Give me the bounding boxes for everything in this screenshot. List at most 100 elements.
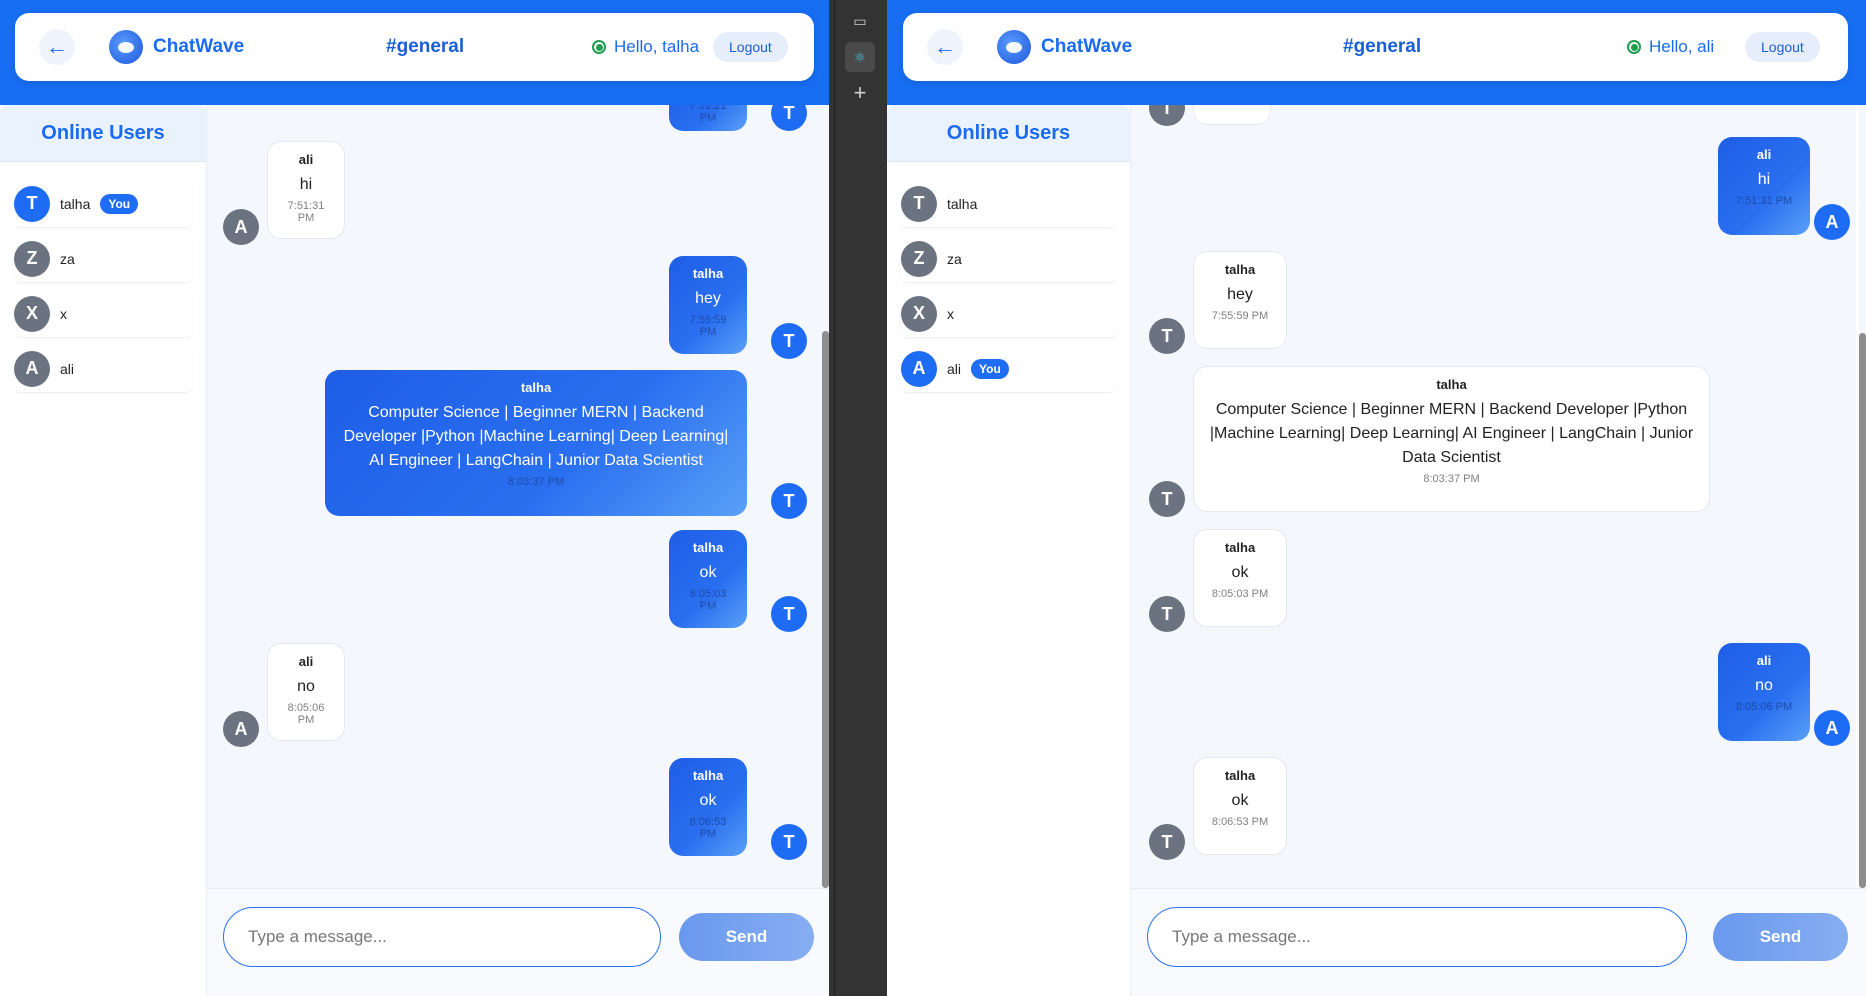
avatar: A [14, 350, 50, 387]
message-list[interactable]: T ali hi 7:51:31 PM A talha hey 7:55:59 … [1131, 105, 1856, 888]
avatar: T [771, 483, 807, 519]
avatar: T [1149, 596, 1185, 632]
chat-window-left: ← ChatWave #general Hello, talha Logout … [0, 0, 829, 996]
avatar: T [1149, 824, 1185, 860]
message-text: ok [699, 792, 717, 809]
tab-panel-icon[interactable]: ▭ [845, 6, 875, 36]
channel-name: #general [386, 36, 465, 57]
user-name: ali [60, 360, 75, 377]
greeting: Hello, talha [592, 37, 699, 57]
back-button[interactable]: ← [39, 29, 75, 65]
user-item[interactable]: Zza [14, 235, 192, 283]
split-divider [829, 0, 887, 996]
message-sender: talha [1224, 540, 1256, 555]
message-bubble: talha ok 8:05:03 PM [1193, 529, 1287, 627]
chat-bubble-logo-icon [109, 30, 143, 64]
online-users-sidebar: Online Users Ttalha You Zza Xx Aali [0, 105, 207, 996]
message-sender: talha [1224, 262, 1256, 277]
greeting-text: Hello, talha [614, 37, 700, 56]
user-item[interactable]: Ttalha [901, 180, 1116, 228]
message-bubble: talha ok 8:06:53 PM [669, 758, 747, 856]
user-item[interactable]: Aali You [901, 345, 1116, 393]
greeting: Hello, ali [1627, 37, 1714, 57]
scrollbar-thumb[interactable] [822, 331, 829, 888]
message-input[interactable]: Type a message... [223, 907, 661, 967]
user-name: x [947, 305, 954, 322]
message-sender: talha [1436, 377, 1467, 392]
message-bubble: talha Computer Science | Beginner MERN |… [325, 370, 747, 516]
back-button[interactable]: ← [927, 29, 963, 65]
avatar: X [14, 295, 50, 332]
message-bubble: talha hey 7:55:59 PM [669, 256, 747, 354]
user-item[interactable]: Ttalha You [14, 180, 192, 228]
message-text: ok [1231, 792, 1249, 809]
user-item[interactable]: Xx [14, 290, 192, 338]
message-list[interactable]: 7:51:21 PM T ali hi 7:51:31 PM A talha h… [207, 105, 822, 888]
user-name: za [947, 250, 962, 267]
logout-button[interactable]: Logout [713, 32, 788, 62]
message-sender: talha [692, 768, 724, 783]
message-bubble: ali hi 7:51:31 PM [1718, 137, 1810, 235]
message-time: 8:03:37 PM [1423, 473, 1480, 485]
avatar: T [771, 105, 807, 131]
message-bubble: ali no 8:05:06 PM [267, 643, 345, 741]
user-name: ali [947, 360, 962, 377]
message-time: 8:03:37 PM [507, 476, 565, 488]
avatar: A [223, 711, 259, 747]
sidebar-title: Online Users [887, 105, 1130, 162]
scrollbar[interactable] [1859, 105, 1866, 888]
avatar: T [901, 185, 937, 222]
message-input[interactable]: Type a message... [1147, 907, 1687, 967]
message-sender: ali [298, 654, 314, 669]
online-dot-icon [1627, 40, 1641, 54]
message-text: Computer Science | Beginner MERN | Backe… [1209, 401, 1694, 466]
message-time: 8:06:53 PM [689, 816, 727, 840]
scrollbar-thumb[interactable] [1859, 333, 1866, 888]
arrow-left-icon: ← [46, 34, 68, 59]
channel-name: #general [1343, 36, 1422, 57]
avatar: Z [14, 240, 50, 277]
message-time: 8:05:03 PM [689, 588, 727, 612]
avatar: Z [901, 240, 937, 277]
message-bubble: talha hey 7:55:59 PM [1193, 251, 1287, 349]
message-text: hey [695, 290, 721, 307]
plus-icon[interactable]: + [845, 78, 875, 108]
app-header: ← ChatWave #general Hello, ali Logout [903, 13, 1848, 81]
user-item[interactable]: Aali [14, 345, 192, 393]
message-text: hi [1757, 171, 1771, 188]
user-name: za [60, 250, 75, 267]
divider-toolbar: ▭ ⚛ + [840, 0, 880, 108]
message-sender: talha [520, 380, 552, 395]
message-text: no [297, 678, 315, 695]
sidebar-title: Online Users [0, 105, 206, 162]
send-button[interactable]: Send [679, 913, 814, 961]
chat-bubble-logo-icon [997, 30, 1031, 64]
message-bubble: ali no 8:05:06 PM [1718, 643, 1810, 741]
avatar: T [771, 596, 807, 632]
message-bubble: talha ok 8:06:53 PM [1193, 757, 1287, 855]
app-header: ← ChatWave #general Hello, talha Logout [15, 13, 814, 81]
message-text: ok [699, 564, 717, 581]
arrow-left-icon: ← [934, 34, 956, 59]
online-users-sidebar: Online Users Ttalha Zza Xx Aali You [887, 105, 1131, 996]
scrollbar[interactable] [822, 105, 829, 888]
message-time: 8:06:53 PM [1211, 816, 1269, 828]
avatar: T [771, 323, 807, 359]
message-time: 8:05:06 PM [1735, 701, 1793, 713]
brand-name: ChatWave [1041, 36, 1133, 57]
message-text: Computer Science | Beginner MERN | Backe… [343, 404, 729, 469]
avatar: A [223, 209, 259, 245]
logout-button[interactable]: Logout [1745, 32, 1820, 62]
user-item[interactable]: Zza [901, 235, 1116, 283]
user-item[interactable]: Xx [901, 290, 1116, 338]
message-bubble: talha ok 8:05:03 PM [669, 530, 747, 628]
message-time: 7:55:59 PM [1211, 310, 1269, 322]
message-sender: talha [692, 540, 724, 555]
message-time: 7:55:59 PM [689, 314, 727, 338]
react-icon[interactable]: ⚛ [845, 42, 875, 72]
message-text: hi [299, 176, 313, 193]
message-time: 8:05:06 PM [287, 702, 325, 726]
send-button[interactable]: Send [1713, 913, 1848, 961]
composer: Type a message... Send [207, 888, 829, 996]
message-sender: ali [1756, 653, 1772, 668]
